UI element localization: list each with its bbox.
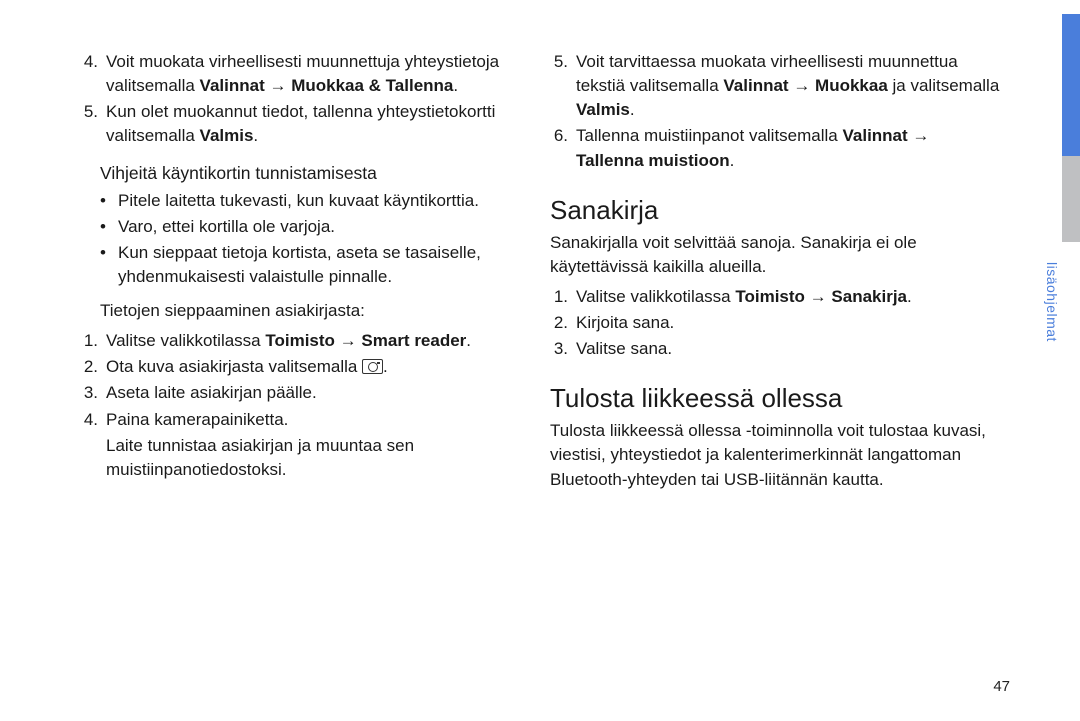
para-tulosta: Tulosta liikkeessä ollessa -toiminnolla …: [550, 419, 1000, 491]
right-column: 5.Voit tarvittaessa muokata virheellises…: [550, 50, 1000, 691]
left-column: 4.Voit muokata virheellisesti muunnettuj…: [80, 50, 500, 691]
right-ordered-list-1: 5.Voit tarvittaessa muokata virheellises…: [550, 50, 1000, 173]
left-ordered-list-2: 1.Valitse valikkotilassa Toimisto → Smar…: [80, 329, 500, 482]
list-item-note: Laite tunnistaa asiakirjan ja muuntaa se…: [80, 434, 500, 482]
list-item: •Pitele laitetta tukevasti, kun kuvaat k…: [100, 189, 500, 213]
left-bullet-list: •Pitele laitetta tukevasti, kun kuvaat k…: [80, 189, 500, 290]
left-ordered-list-1: 4.Voit muokata virheellisesti muunnettuj…: [80, 50, 500, 149]
list-item: •Varo, ettei kortilla ole varjoja.: [100, 215, 500, 239]
side-section-label: lisäohjelmat: [1044, 262, 1060, 342]
list-item: 6.Tallenna muistiinpanot valitsemalla Va…: [550, 124, 1000, 172]
list-item: 3.Aseta laite asiakirjan päälle.: [80, 381, 500, 405]
list-item: 2.Kirjoita sana.: [550, 311, 1000, 335]
heading-tulosta: Tulosta liikkeessä ollessa: [550, 383, 1000, 414]
para-sanakirja: Sanakirjalla voit selvittää sanoja. Sana…: [550, 231, 1000, 279]
list-item: 5.Voit tarvittaessa muokata virheellises…: [550, 50, 1000, 122]
side-tab-active: [1062, 14, 1080, 156]
list-item: 2.Ota kuva asiakirjasta valitsemalla .: [80, 355, 500, 379]
list-item: 4.Paina kamerapainiketta.: [80, 408, 500, 432]
list-item: 1.Valitse valikkotilassa Toimisto → Sana…: [550, 285, 1000, 309]
page-number: 47: [993, 678, 1010, 695]
list-item: 3.Valitse sana.: [550, 337, 1000, 361]
list-item: 4.Voit muokata virheellisesti muunnettuj…: [80, 50, 500, 98]
heading-sanakirja: Sanakirja: [550, 195, 1000, 226]
list-item: •Kun sieppaat tietoja kortista, aseta se…: [100, 241, 500, 289]
side-tab-inactive: [1062, 156, 1080, 242]
lead-text: Tietojen sieppaaminen asiakirjasta:: [80, 299, 500, 323]
list-item: 5.Kun olet muokannut tiedot, tallenna yh…: [80, 100, 500, 148]
right-ordered-list-2: 1.Valitse valikkotilassa Toimisto → Sana…: [550, 285, 1000, 361]
side-tab-bar: lisäohjelmat: [1050, 0, 1080, 721]
list-item: 1.Valitse valikkotilassa Toimisto → Smar…: [80, 329, 500, 353]
subheading-tips: Vihjeitä käyntikortin tunnistamisesta: [80, 163, 500, 184]
camera-icon: [362, 359, 383, 374]
